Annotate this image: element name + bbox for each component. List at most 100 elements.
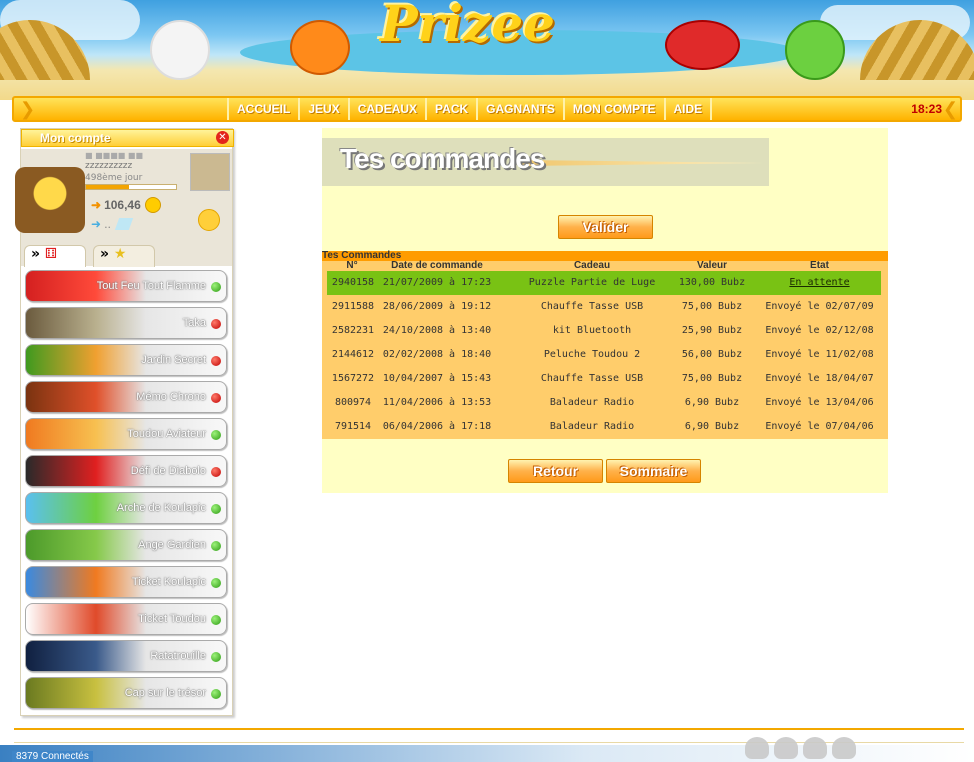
coin-amount: 106,46 (104, 198, 141, 212)
game-label: Ticket Toudou (138, 613, 206, 625)
table-cell: Baladeur Radio (549, 421, 635, 432)
turtle-mascot-icon (803, 737, 827, 759)
game-item[interactable]: Ange Gardien (25, 529, 227, 561)
game-item[interactable]: Taka (25, 307, 227, 339)
coin-balance: ➜ 106,46 (91, 197, 161, 213)
page-title-banner: Tes commandes (322, 138, 769, 186)
table-row[interactable]: 2940158 21/07/2009 à 17:23 Puzzle Partie d… (327, 271, 881, 295)
table-cell: 2911588 (331, 301, 375, 312)
table-cell: 800974 (334, 397, 372, 408)
rabbit-mascot-icon (150, 20, 210, 80)
summary-button[interactable]: Sommaire (606, 459, 701, 483)
status-online-icon (211, 541, 221, 551)
table-row[interactable]: 2144612 02/02/2008 à 18:40 Peluche Toudou … (327, 343, 881, 367)
table-cell: 28/06/2009 à 19:12 (382, 301, 492, 312)
tab-games[interactable]: » ⚅ (24, 245, 86, 267)
chevron-left-icon: ❮ (942, 99, 958, 120)
table-cell: Chauffe Tasse USB (540, 373, 644, 384)
page-title: Tes commandes (340, 143, 545, 174)
table-cell: 10/04/2007 à 15:43 (382, 373, 492, 384)
table-cell: kit Bluetooth (552, 325, 632, 336)
column-header-number: N° (346, 260, 358, 271)
crab-mascot-icon (665, 20, 740, 70)
table-cell: Envoyé le 07/04/06 (765, 421, 874, 432)
game-item[interactable]: Cap sur le trésor (25, 677, 227, 709)
game-label: Mémo Chrono (136, 391, 206, 403)
game-item[interactable]: Ticket Koulapic (25, 566, 227, 598)
table-cell: Envoyé le 02/12/08 (765, 325, 874, 336)
game-label: Arche de Koulapic (116, 502, 206, 514)
game-item[interactable]: Ticket Toudou (25, 603, 227, 635)
games-list: Tout Feu Tout Flamme Taka Jardin Secret Mém… (25, 270, 230, 714)
treasure-chest-icon (15, 167, 85, 233)
table-cell: 2582231 (331, 325, 375, 336)
game-item[interactable]: Toudou Aviateur (25, 418, 227, 450)
table-cell: 2940158 (331, 277, 375, 288)
username: ■ ■■■■ ■■ (85, 151, 143, 160)
arrow-right-icon: ➜ (91, 217, 102, 231)
star-lock-icon: ★ (113, 246, 127, 262)
game-label: Tout Feu Tout Flamme (96, 280, 206, 292)
status-online-icon (211, 504, 221, 514)
table-row[interactable]: 1567272 10/04/2007 à 15:43 Chauffe Tasse U… (327, 367, 881, 391)
table-cell: Envoyé le 13/04/06 (765, 397, 874, 408)
table-cell: Envoyé le 18/04/07 (765, 373, 874, 384)
game-item[interactable]: Tout Feu Tout Flamme (25, 270, 227, 302)
gem-icon (114, 218, 134, 230)
nav-item-pack[interactable]: PACK (425, 98, 476, 120)
table-cell: 06/04/2006 à 17:18 (382, 421, 492, 432)
status-online-icon (211, 689, 221, 699)
nav-item-mon-compte[interactable]: MON COMPTE (562, 98, 664, 120)
table-cell: 6,90 Bubz (684, 421, 740, 432)
orders-title-text: Tes Commandes (322, 250, 402, 261)
prizee-logo[interactable]: Prizee (380, 0, 555, 53)
game-item[interactable]: Arche de Koulapic (25, 492, 227, 524)
progress-fill (86, 185, 130, 189)
table-row[interactable]: 2911588 28/06/2009 à 19:12 Chauffe Tasse U… (327, 295, 881, 319)
dice-icon: ⚅ (44, 246, 58, 262)
status-offline-icon (211, 467, 221, 477)
tab-favorites[interactable]: » ★ (93, 245, 155, 267)
account-sidebar: Mon compte ✕ ■ ■■■■ ■■ zzzzzzzzzz 498ème… (15, 128, 234, 716)
nav-item-cadeaux[interactable]: CADEAUX (347, 98, 425, 120)
table-cell: 56,00 Bubz (681, 349, 743, 360)
frog-mascot-icon (785, 20, 845, 80)
profile-panel: ■ ■■■■ ■■ zzzzzzzzzz 498ème jour ➜ 106,4… (15, 149, 232, 244)
mail-icon[interactable] (198, 209, 220, 231)
status-offline-icon (211, 319, 221, 329)
table-cell: 791514 (334, 421, 372, 432)
column-header-value: Valeur (696, 260, 728, 271)
table-cell: 2144612 (331, 349, 375, 360)
chevron-right-icon: ❯ (20, 99, 36, 120)
table-cell[interactable]: En attente (752, 271, 887, 295)
avatar[interactable] (190, 153, 230, 191)
status-online-icon (211, 652, 221, 662)
table-row[interactable]: 791514 06/04/2006 à 17:18 Baladeur Radio 6,… (327, 415, 881, 439)
gem-balance: ➜ .. (91, 217, 134, 231)
table-cell: 25,90 Bubz (681, 325, 743, 336)
nav-item-gagnants[interactable]: GAGNANTS (476, 98, 563, 120)
game-item[interactable]: Ratatrouille (25, 640, 227, 672)
sidebar-title-bar: Mon compte ✕ (21, 129, 234, 147)
membership-day: 498ème jour (85, 173, 143, 183)
nav-item-jeux[interactable]: JEUX (298, 98, 347, 120)
coin-icon (144, 197, 161, 213)
bird-mascot-icon (745, 737, 769, 759)
main-nav-bar: ❯ ACCUEIL JEUX CADEAUX PACK GAGNANTS MON… (12, 96, 962, 122)
table-cell: 1567272 (331, 373, 375, 384)
table-row[interactable]: 800974 11/04/2006 à 13:53 Baladeur Radio 6,… (327, 391, 881, 415)
game-label: Cap sur le trésor (124, 687, 206, 699)
table-row[interactable]: 2582231 24/10/2008 à 13:40 kit Bluetooth 25… (327, 319, 881, 343)
table-cell: Puzzle Partie de Luge (528, 277, 656, 288)
close-icon[interactable]: ✕ (216, 131, 229, 144)
validate-button[interactable]: Valider (558, 215, 653, 239)
nav-item-accueil[interactable]: ACCUEIL (227, 98, 298, 120)
status-offline-icon (211, 356, 221, 366)
back-button[interactable]: Retour (508, 459, 603, 483)
nav-item-aide[interactable]: AIDE (663, 98, 713, 120)
orders-panel: Tes commandes Valider Tes Commandes N° D… (322, 128, 888, 493)
game-label: Ratatrouille (150, 650, 206, 662)
game-item[interactable]: Défi de Diabolo (25, 455, 227, 487)
game-item[interactable]: Mémo Chrono (25, 381, 227, 413)
game-item[interactable]: Jardin Secret (25, 344, 227, 376)
